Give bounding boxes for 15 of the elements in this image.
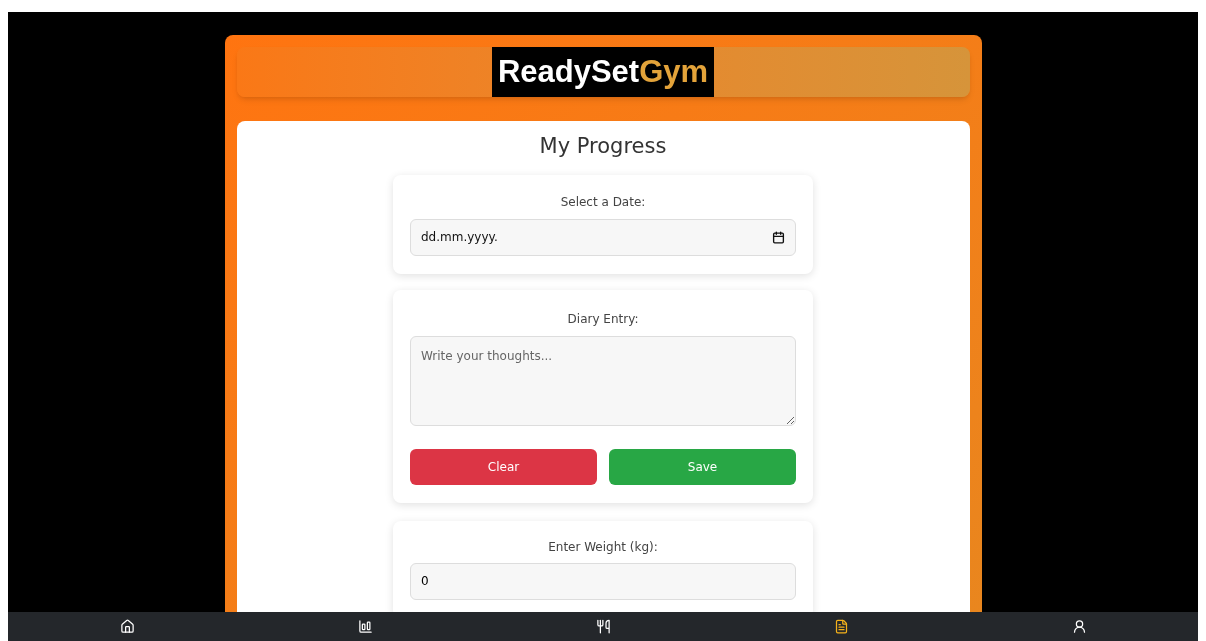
- page-title: My Progress: [539, 133, 667, 160]
- weight-label: Enter Weight (kg):: [548, 538, 658, 556]
- document-icon[interactable]: [833, 619, 849, 634]
- diary-label: Diary Entry:: [567, 310, 639, 328]
- diary-text-area[interactable]: Write your thoughts...: [410, 335, 796, 426]
- date-field[interactable]: dd.mm.yyyy.: [410, 218, 796, 256]
- user-icon[interactable]: [1071, 619, 1087, 634]
- date-label: Select a Date:: [560, 193, 646, 211]
- fork-knife-icon[interactable]: [595, 619, 611, 634]
- bar-chart-icon[interactable]: [357, 619, 373, 634]
- clear-button[interactable]: Clear: [410, 448, 597, 485]
- logo: ReadySetGym: [491, 47, 715, 97]
- calendar-icon[interactable]: [772, 230, 785, 244]
- weight-field[interactable]: 0: [410, 562, 796, 600]
- home-icon[interactable]: [119, 619, 135, 634]
